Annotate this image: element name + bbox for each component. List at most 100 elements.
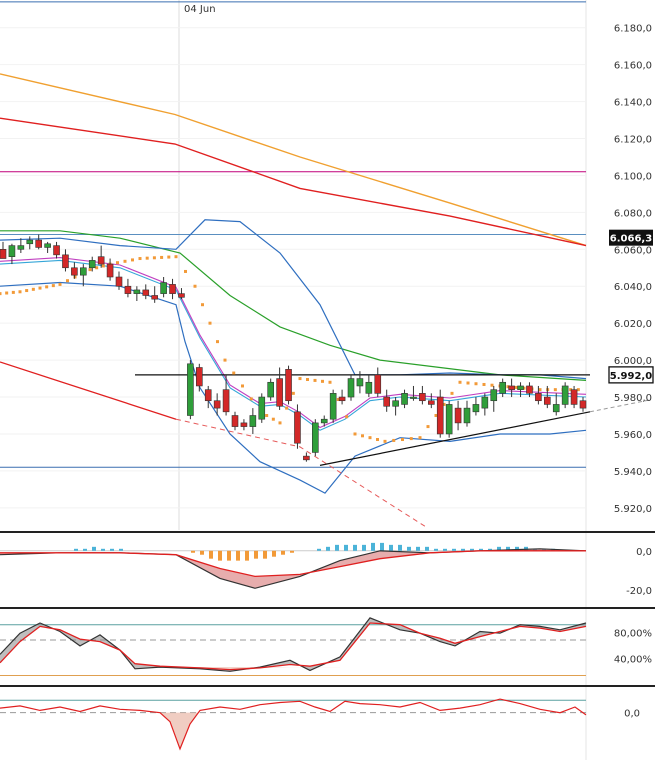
candle-body bbox=[383, 396, 390, 407]
candle-body bbox=[320, 418, 328, 424]
candle-body bbox=[401, 393, 408, 405]
candle-body bbox=[508, 385, 515, 390]
macd-histogram-bar bbox=[416, 546, 420, 551]
candle-body bbox=[472, 404, 480, 413]
chart-canvas: 6.180,0 6.160,0 6.140,0 6.120,0 6.100,0 6.080… bbox=[0, 0, 655, 760]
candle-body bbox=[71, 267, 78, 276]
macd-histogram-bar bbox=[191, 550, 195, 553]
candle-body bbox=[419, 393, 426, 402]
candle-body bbox=[526, 385, 533, 394]
macd-histogram-bar bbox=[110, 548, 114, 551]
sar-dot bbox=[174, 255, 178, 259]
candle-body bbox=[80, 267, 87, 276]
sar-dot bbox=[401, 438, 404, 442]
sar-dot bbox=[426, 425, 430, 429]
candle-body bbox=[115, 276, 123, 287]
candle-body bbox=[0, 249, 7, 259]
y-tick-label: 6.020,0 bbox=[614, 319, 652, 330]
macd-histogram-bar bbox=[434, 548, 438, 551]
candle-body bbox=[436, 396, 444, 435]
candle-body bbox=[552, 404, 560, 413]
y-tick-label: 6.100,0 bbox=[614, 171, 652, 182]
sar-dot bbox=[249, 397, 253, 401]
candle-body bbox=[285, 369, 292, 402]
sar-dot bbox=[514, 385, 518, 389]
sar-dot bbox=[160, 255, 164, 259]
chart-root: 6.180,0 6.160,0 6.140,0 6.120,0 6.100,0 6.080… bbox=[0, 0, 655, 760]
grid bbox=[0, 0, 655, 760]
sar-dot bbox=[285, 406, 289, 410]
macd-line bbox=[0, 548, 587, 589]
macd-histogram-bar bbox=[443, 548, 447, 551]
macd-y-tick-label: -20,0 bbox=[626, 586, 652, 597]
sar-dot bbox=[201, 303, 204, 307]
candle-body bbox=[26, 239, 34, 245]
candle-body bbox=[294, 411, 301, 444]
moving-average-green bbox=[0, 230, 587, 381]
sar-dot bbox=[0, 292, 2, 296]
candle-body bbox=[312, 422, 319, 453]
sar-dot bbox=[458, 380, 462, 384]
macd-histogram-bar bbox=[281, 550, 285, 555]
sar-dot bbox=[11, 290, 15, 294]
candle-body bbox=[178, 293, 185, 298]
candle-body bbox=[454, 407, 462, 424]
candle-body bbox=[356, 378, 364, 387]
sar-dot bbox=[18, 290, 22, 294]
macd-histogram-bar bbox=[218, 550, 222, 561]
candle-body bbox=[561, 385, 569, 405]
sar-dot bbox=[306, 377, 309, 381]
candle-body bbox=[106, 263, 114, 278]
candle-body bbox=[276, 378, 283, 407]
candle-body bbox=[258, 396, 266, 420]
macd-histogram-bar bbox=[254, 550, 258, 559]
candle-body bbox=[44, 243, 51, 248]
sar-dot bbox=[5, 291, 9, 295]
macd-histogram-bar bbox=[326, 546, 330, 551]
sar-dot bbox=[145, 256, 149, 260]
macd-histogram-bar bbox=[200, 550, 204, 555]
y-tick-label: 6.180,0 bbox=[614, 24, 652, 35]
candle-body bbox=[97, 256, 105, 265]
candle-body bbox=[133, 289, 141, 294]
sar-dot bbox=[45, 285, 49, 289]
y-tick-label: 5.980,0 bbox=[614, 393, 652, 404]
macd-panel bbox=[0, 542, 587, 589]
sar-dot bbox=[271, 417, 275, 421]
sar-dot bbox=[123, 259, 127, 263]
sar-dot bbox=[328, 380, 332, 384]
candle-body bbox=[35, 239, 42, 248]
sar-dot bbox=[51, 284, 55, 288]
candle-body bbox=[142, 289, 150, 296]
sar-dot bbox=[361, 434, 364, 438]
trendline-red-solid bbox=[0, 361, 177, 420]
sar-dot bbox=[474, 382, 478, 386]
candle-body bbox=[8, 245, 16, 257]
sar-dot bbox=[392, 438, 396, 442]
sar-dot bbox=[216, 340, 219, 344]
macd-histogram-bar bbox=[74, 548, 78, 551]
momentum-panel bbox=[0, 698, 587, 751]
macd-histogram-bar bbox=[83, 548, 87, 551]
macd-y-tick-label: 0,0 bbox=[636, 547, 652, 558]
candle-body bbox=[392, 400, 399, 407]
candle-body bbox=[160, 282, 167, 294]
sar-dot bbox=[184, 269, 187, 273]
macd-histogram-bar bbox=[389, 544, 393, 551]
macd-histogram-bar bbox=[335, 544, 339, 551]
macd-histogram-bar bbox=[344, 544, 348, 551]
macd-histogram-bar bbox=[272, 550, 276, 557]
macd-fill-area bbox=[0, 548, 586, 589]
sar-dot bbox=[383, 439, 387, 443]
y-tick-label: 6.000,0 bbox=[614, 356, 652, 367]
y-tick-label: 6.060,0 bbox=[614, 245, 652, 256]
sar-dot bbox=[409, 437, 413, 441]
sar-dot bbox=[58, 282, 62, 286]
sar-dot bbox=[101, 264, 105, 268]
candle-body bbox=[374, 374, 382, 394]
y-tick-label: 6.120,0 bbox=[614, 135, 652, 146]
candle-body bbox=[347, 378, 355, 398]
sar-dot bbox=[116, 261, 119, 265]
macd-histogram-bar bbox=[209, 550, 213, 559]
moving-average-red bbox=[0, 117, 587, 247]
